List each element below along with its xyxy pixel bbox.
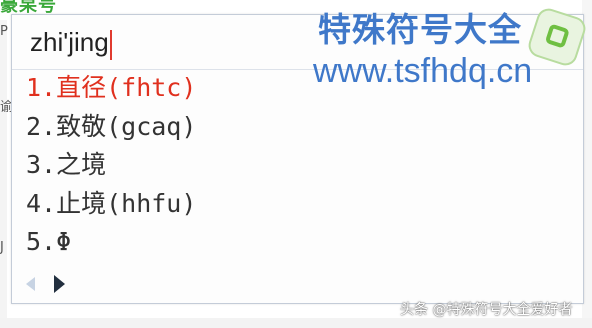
prev-page-icon[interactable] [26,276,35,291]
ime-candidate-5[interactable]: 5.Φ [26,223,196,262]
ime-candidate-1[interactable]: 1.直径(fhtc) [26,69,196,108]
ime-candidate-list: 1.直径(fhtc) 2.致敬(gcaq) 3.之境 4.止境(hhfu) 5.… [26,69,196,262]
text-caret [109,29,112,60]
ime-candidate-2[interactable]: 2.致敬(gcaq) [26,108,196,147]
ime-candidate-3[interactable]: 3.之境 [26,146,196,185]
watermark-credit: 头条 @特殊符号大全爱好者 [400,302,573,318]
background-left-strip [0,20,7,328]
next-page-icon[interactable] [54,274,66,293]
ime-page-nav [26,273,79,297]
background-bottom-bar [0,318,592,328]
background-left-char: J [0,240,4,255]
ime-pinyin-input[interactable]: zhi'jing [30,22,109,62]
background-left-char: P [0,24,8,39]
ime-candidate-4[interactable]: 4.止境(hhfu) [26,185,196,224]
watermark-url: www.tsfhdq.cn [313,52,533,90]
watermark-title: 特殊符号大全 [318,10,522,49]
ime-input-row[interactable]: zhi'jing [30,22,112,62]
